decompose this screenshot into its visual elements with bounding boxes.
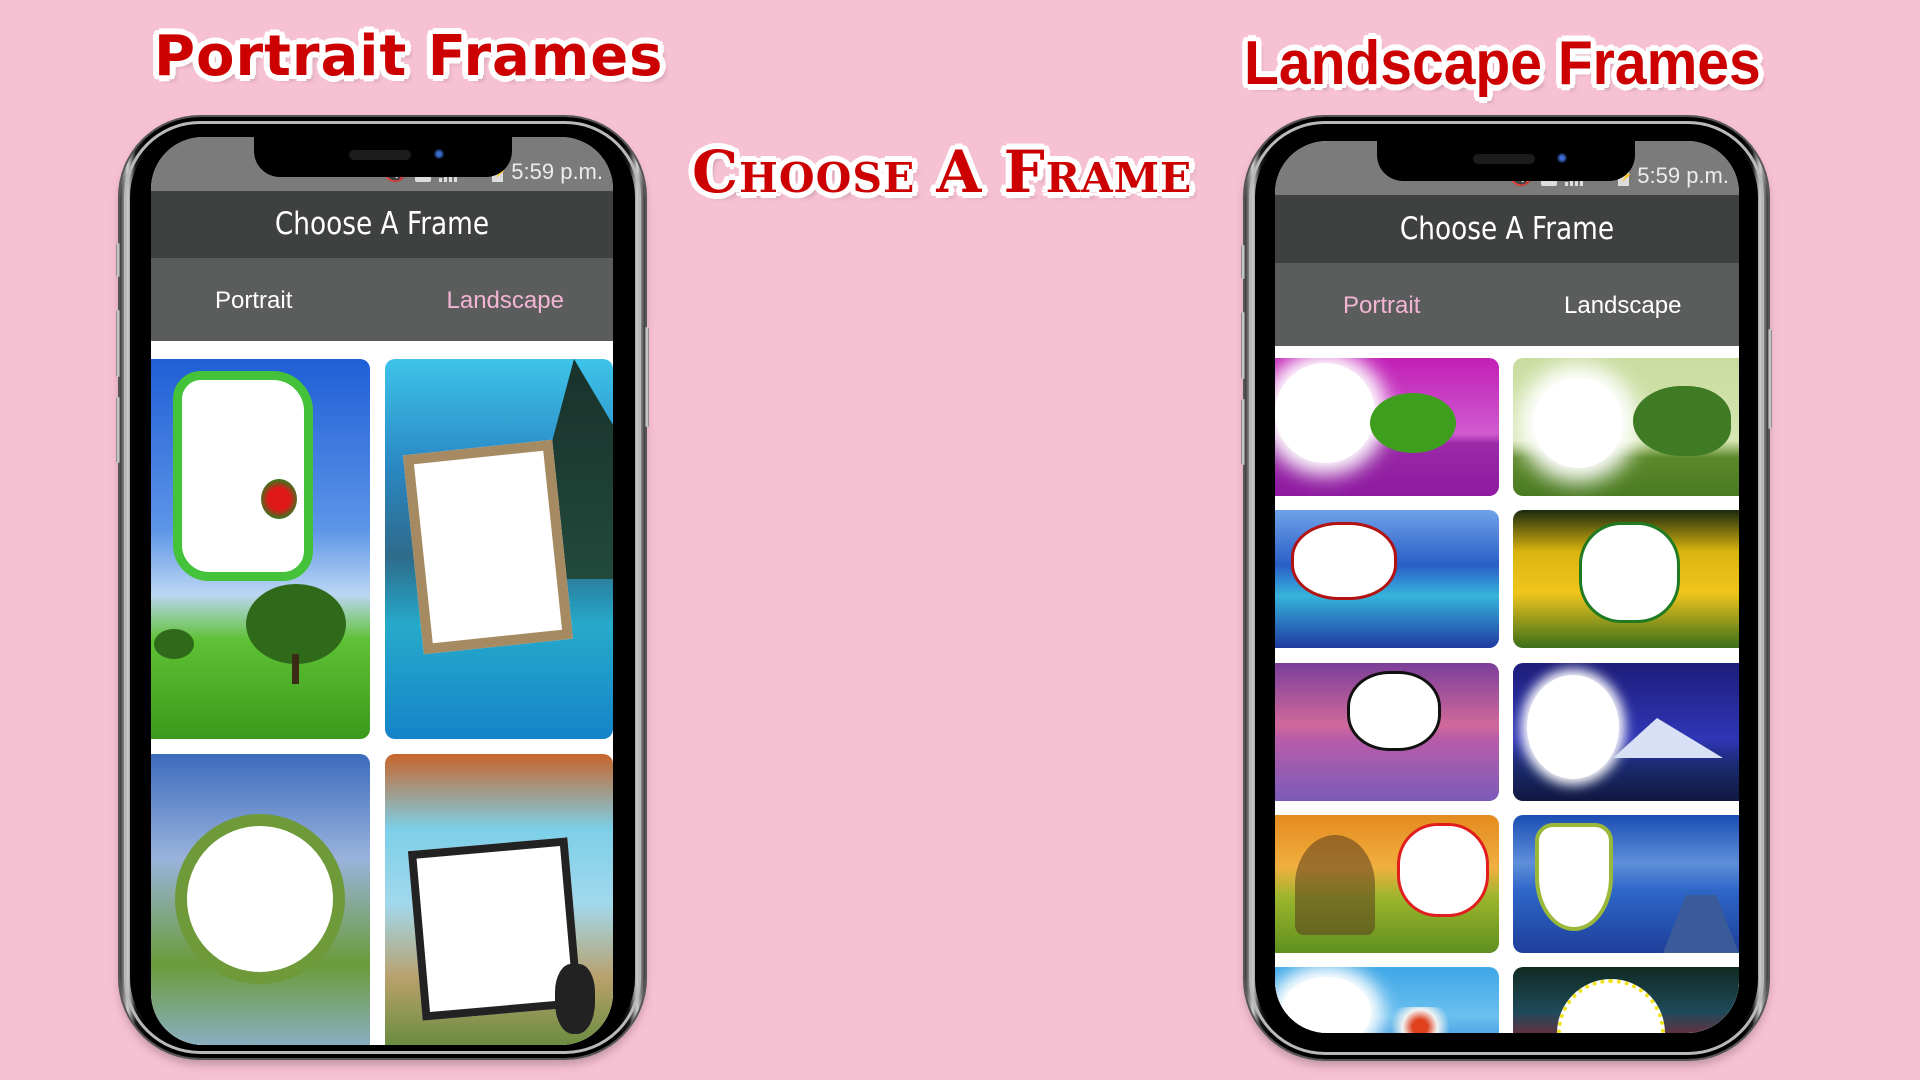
frame-tile[interactable] bbox=[1513, 967, 1739, 1033]
frame-tile[interactable] bbox=[151, 359, 370, 739]
guitar-icon bbox=[555, 964, 595, 1034]
tree-icon bbox=[1370, 393, 1456, 453]
phone-screen: 🔇 1 6% ⚡ 5:59 p.m. Choose A Frame Portra… bbox=[151, 137, 613, 1045]
frame-tile[interactable] bbox=[1275, 967, 1499, 1033]
frame-tile[interactable] bbox=[385, 754, 613, 1045]
phone-notch bbox=[1377, 141, 1635, 181]
volume-up-button bbox=[1241, 312, 1245, 379]
rose-bouquet-icon bbox=[261, 479, 297, 519]
choose-a-frame-heading: Choose A Frame bbox=[692, 138, 1193, 206]
snowy-mountain-icon bbox=[1613, 718, 1723, 758]
round-vine-wreath bbox=[175, 814, 345, 984]
windswept-tree-icon bbox=[1633, 386, 1731, 456]
frame-tile[interactable] bbox=[1275, 510, 1499, 648]
side-button bbox=[1241, 245, 1245, 279]
front-camera-icon bbox=[434, 149, 444, 159]
frame-tile[interactable] bbox=[1513, 815, 1739, 953]
phone-portrait: 🔇 1 6% ⚡ 5:59 p.m. Choose A Frame Portra… bbox=[116, 117, 649, 1058]
frame-tile[interactable] bbox=[1513, 510, 1739, 648]
frame-grid bbox=[1275, 346, 1739, 1033]
wooden-stick-frame bbox=[402, 439, 574, 655]
green-shield-frame bbox=[1535, 823, 1613, 931]
side-button bbox=[116, 243, 120, 277]
red-cloud-frame bbox=[1291, 522, 1397, 600]
green-flower-frame bbox=[1579, 522, 1680, 623]
frame-grid bbox=[151, 341, 613, 1045]
frame-tile[interactable] bbox=[1275, 815, 1499, 953]
phone-screen: 🔇 1 6% ⚡ 5:59 p.m. Choose A Frame Portra… bbox=[1275, 141, 1739, 1033]
app-title-bar: Choose A Frame bbox=[1275, 195, 1739, 263]
pier-icon bbox=[1663, 895, 1739, 953]
power-button bbox=[1768, 329, 1772, 429]
front-camera-icon bbox=[1557, 153, 1567, 163]
status-time: 5:59 p.m. bbox=[511, 159, 603, 184]
tab-landscape[interactable]: Landscape bbox=[1518, 263, 1739, 346]
tab-portrait[interactable]: Portrait bbox=[151, 258, 382, 341]
frame-tile[interactable] bbox=[1513, 358, 1739, 496]
tree-icon bbox=[246, 584, 346, 664]
tab-portrait[interactable]: Portrait bbox=[1275, 263, 1518, 346]
soft-cloud-frame bbox=[1281, 977, 1371, 1033]
soft-circle-frame bbox=[1275, 363, 1375, 463]
frame-tile[interactable] bbox=[1275, 663, 1499, 801]
speech-bubble-frame bbox=[1347, 671, 1441, 751]
earpiece-speaker bbox=[349, 150, 411, 160]
earpiece-speaker bbox=[1473, 154, 1535, 164]
app-title-bar: Choose A Frame bbox=[151, 191, 613, 258]
portrait-frames-heading: Portrait Frames bbox=[154, 24, 664, 89]
yellow-burst-frame bbox=[1557, 979, 1665, 1033]
phone-notch bbox=[254, 137, 512, 177]
frame-tile[interactable] bbox=[1275, 358, 1499, 496]
volume-down-button bbox=[116, 397, 120, 463]
tab-landscape[interactable]: Landscape bbox=[382, 258, 614, 341]
status-time: 5:59 p.m. bbox=[1637, 163, 1729, 188]
green-wavy-frame bbox=[173, 371, 313, 581]
app-title: Choose A Frame bbox=[274, 206, 490, 242]
red-flower-frame bbox=[1397, 823, 1489, 917]
bare-tree-icon bbox=[1295, 835, 1375, 935]
power-button bbox=[645, 327, 649, 427]
phone-landscape: 🔇 1 6% ⚡ 5:59 p.m. Choose A Frame Portra… bbox=[1241, 117, 1772, 1059]
tree-trunk bbox=[292, 654, 299, 684]
volume-up-button bbox=[116, 310, 120, 377]
frame-type-tabs: Portrait Landscape bbox=[1275, 263, 1739, 346]
frame-tile[interactable] bbox=[1513, 663, 1739, 801]
small-tree-icon bbox=[154, 629, 194, 659]
soft-circle-frame bbox=[1533, 378, 1623, 468]
daisies-icon bbox=[1375, 1007, 1465, 1033]
volume-down-button bbox=[1241, 399, 1245, 465]
soft-circle-frame bbox=[1527, 675, 1619, 779]
frame-tile[interactable] bbox=[151, 754, 370, 1045]
landscape-frames-heading: Landscape Frames bbox=[1244, 29, 1761, 98]
frame-tile[interactable] bbox=[385, 359, 613, 739]
app-title: Choose A Frame bbox=[1399, 211, 1615, 247]
frame-type-tabs: Portrait Landscape bbox=[151, 258, 613, 341]
